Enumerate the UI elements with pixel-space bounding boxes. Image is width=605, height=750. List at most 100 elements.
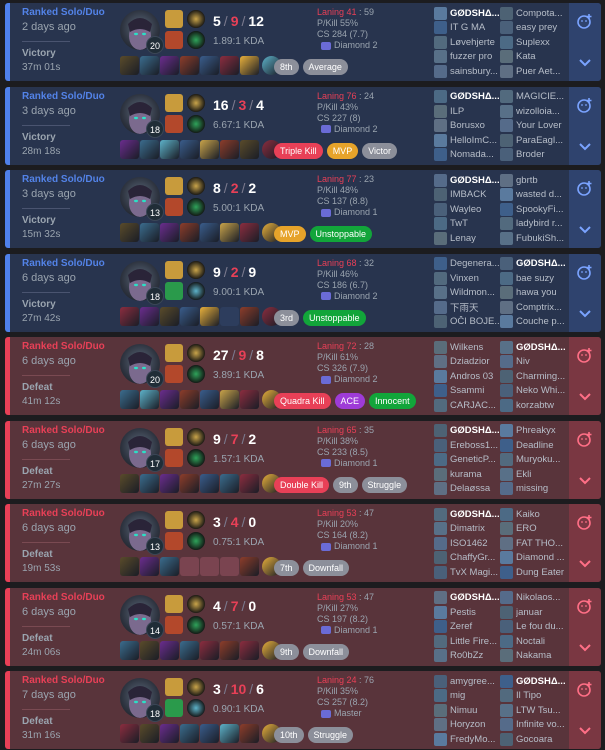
summoner-name[interactable]: korzabtw <box>516 400 568 411</box>
participant[interactable]: mig <box>434 689 502 704</box>
summoner-spell-icon[interactable] <box>165 594 183 613</box>
summoner-name[interactable]: GØDSHΔ... <box>516 676 568 687</box>
participant[interactable]: ladybird r... <box>500 217 568 232</box>
add-follow-icon[interactable] <box>576 680 594 698</box>
participant[interactable]: Le fou du... <box>500 620 568 635</box>
item-icon[interactable] <box>160 724 179 743</box>
summoner-spell-icon[interactable] <box>165 427 183 446</box>
item-icon[interactable] <box>160 640 179 660</box>
summoner-name[interactable]: Nakama <box>516 650 568 661</box>
summoner-name[interactable]: Infinite vo... <box>516 719 568 730</box>
match-card[interactable]: Ranked Solo/Duo 6 days ago Defeat 19m 53s 13… <box>5 504 601 582</box>
participant[interactable]: IMBACK <box>434 188 502 203</box>
participant[interactable]: FubukiSh... <box>500 231 568 246</box>
summoner-name[interactable]: Ro0bZz <box>450 650 502 661</box>
participant[interactable]: Gocoara <box>500 732 568 747</box>
summoner-name[interactable]: OČI BOJE... <box>450 316 502 327</box>
summoner-name[interactable]: GØDSHΔ... <box>450 175 502 186</box>
participant[interactable]: Broder <box>500 148 568 163</box>
add-follow-icon[interactable] <box>576 96 594 114</box>
item-icon[interactable] <box>140 56 159 75</box>
match-card[interactable]: Ranked Solo/Duo 7 days ago Defeat 31m 16s 18… <box>5 671 601 749</box>
summoner-name[interactable]: Dziadzior <box>450 356 502 367</box>
add-follow-icon[interactable] <box>576 513 594 531</box>
participant[interactable]: bae suzy <box>500 271 568 286</box>
participant[interactable]: Nomada... <box>434 148 502 163</box>
chevron-down-icon[interactable] <box>578 222 592 234</box>
item-icon[interactable] <box>200 473 219 493</box>
summoner-name[interactable]: wizolloia... <box>516 106 568 117</box>
summoner-name[interactable]: IT G MA <box>450 22 502 33</box>
item-icon[interactable] <box>180 724 199 743</box>
summoner-name[interactable]: Wilkens <box>450 342 502 353</box>
summoner-name[interactable]: hawa you <box>516 287 568 298</box>
summoner-name[interactable]: Niv <box>516 356 568 367</box>
summoner-name[interactable]: Pestis <box>450 607 502 618</box>
summoner-spell-icon[interactable] <box>165 177 183 195</box>
item-icon[interactable] <box>200 223 219 242</box>
summoner-name[interactable]: GØDSHΔ... <box>516 342 568 353</box>
summoner-name[interactable]: wasted d... <box>516 189 568 200</box>
item-icon[interactable] <box>160 139 179 159</box>
match-card[interactable]: Ranked Solo/Duo 3 days ago Victory 15m 32s 1… <box>5 170 601 248</box>
participant[interactable]: Kaiko <box>500 507 568 522</box>
item-icon[interactable] <box>200 306 219 326</box>
participant[interactable]: GØDSHΔ... <box>500 340 568 355</box>
participant[interactable]: ILP <box>434 104 502 119</box>
match-card[interactable]: Ranked Solo/Duo 6 days ago Victory 27m 42s 1… <box>5 253 601 332</box>
chevron-down-icon[interactable] <box>578 306 592 317</box>
item-icon[interactable] <box>180 139 199 159</box>
summoner-name[interactable]: GØDSHΔ... <box>450 8 502 19</box>
rune-icon[interactable] <box>187 699 205 717</box>
rune-icon[interactable] <box>187 427 205 446</box>
summoner-name[interactable]: Noctali <box>516 636 568 647</box>
participant[interactable]: Your Lover <box>500 119 568 134</box>
rune-icon[interactable] <box>187 448 205 467</box>
participant[interactable]: GØDSHΔ... <box>434 591 502 606</box>
summoner-name[interactable]: Dung Eater <box>516 567 568 578</box>
participant[interactable]: ChaffyGr... <box>434 551 502 566</box>
add-follow-icon[interactable] <box>576 597 594 615</box>
summoner-name[interactable]: Broder <box>516 149 568 160</box>
summoner-name[interactable]: Puer Aet... <box>516 66 568 77</box>
participant[interactable]: amygree... <box>434 674 502 689</box>
summoner-name[interactable]: Kaiko <box>516 509 568 520</box>
item-icon[interactable] <box>180 306 199 326</box>
participant[interactable]: Wilkens <box>434 340 502 355</box>
participant[interactable]: wasted d... <box>500 188 568 203</box>
participant[interactable]: Phreakyx <box>500 424 568 439</box>
item-icon[interactable] <box>240 557 259 576</box>
item-icon[interactable] <box>240 640 259 660</box>
summoner-name[interactable]: GeneticP... <box>450 454 502 465</box>
summoner-name[interactable]: ChaffyGr... <box>450 552 502 563</box>
summoner-name[interactable]: Compota... <box>516 8 568 19</box>
item-icon[interactable] <box>120 390 139 409</box>
participant[interactable]: sainsbury... <box>434 64 502 79</box>
participant[interactable]: FredyMo... <box>434 732 502 747</box>
participant[interactable]: Ereboss1... <box>434 438 502 453</box>
chevron-down-icon[interactable] <box>578 723 592 735</box>
participant[interactable]: Zeref <box>434 620 502 635</box>
item-icon[interactable] <box>140 306 159 326</box>
rune-icon[interactable] <box>187 344 205 362</box>
match-card[interactable]: Ranked Solo/Duo 6 days ago Defeat 24m 06s 14… <box>5 587 601 666</box>
summoner-name[interactable]: Wayleo <box>450 204 502 215</box>
summoner-name[interactable]: easy prey <box>516 22 568 33</box>
rune-icon[interactable] <box>187 114 205 133</box>
chevron-down-icon[interactable] <box>578 389 592 401</box>
participant[interactable]: Muryoku... <box>500 453 568 468</box>
participant[interactable]: Lenay <box>434 231 502 246</box>
item-icon[interactable] <box>120 139 139 159</box>
summoner-name[interactable]: ILP <box>450 106 502 117</box>
item-icon[interactable] <box>140 640 159 660</box>
rune-icon[interactable] <box>187 260 205 279</box>
summoner-name[interactable]: ladybird r... <box>516 218 568 229</box>
summoner-spell-icon[interactable] <box>165 699 183 717</box>
participant[interactable]: Nakama <box>500 649 568 664</box>
summoner-name[interactable]: Le fou du... <box>516 621 568 632</box>
participant[interactable]: Wildmon... <box>434 286 502 301</box>
item-icon[interactable] <box>220 473 239 493</box>
summoner-name[interactable]: GØDSHΔ... <box>450 509 502 520</box>
participant[interactable]: Noctali <box>500 634 568 649</box>
summoner-name[interactable]: ERO <box>516 523 568 534</box>
